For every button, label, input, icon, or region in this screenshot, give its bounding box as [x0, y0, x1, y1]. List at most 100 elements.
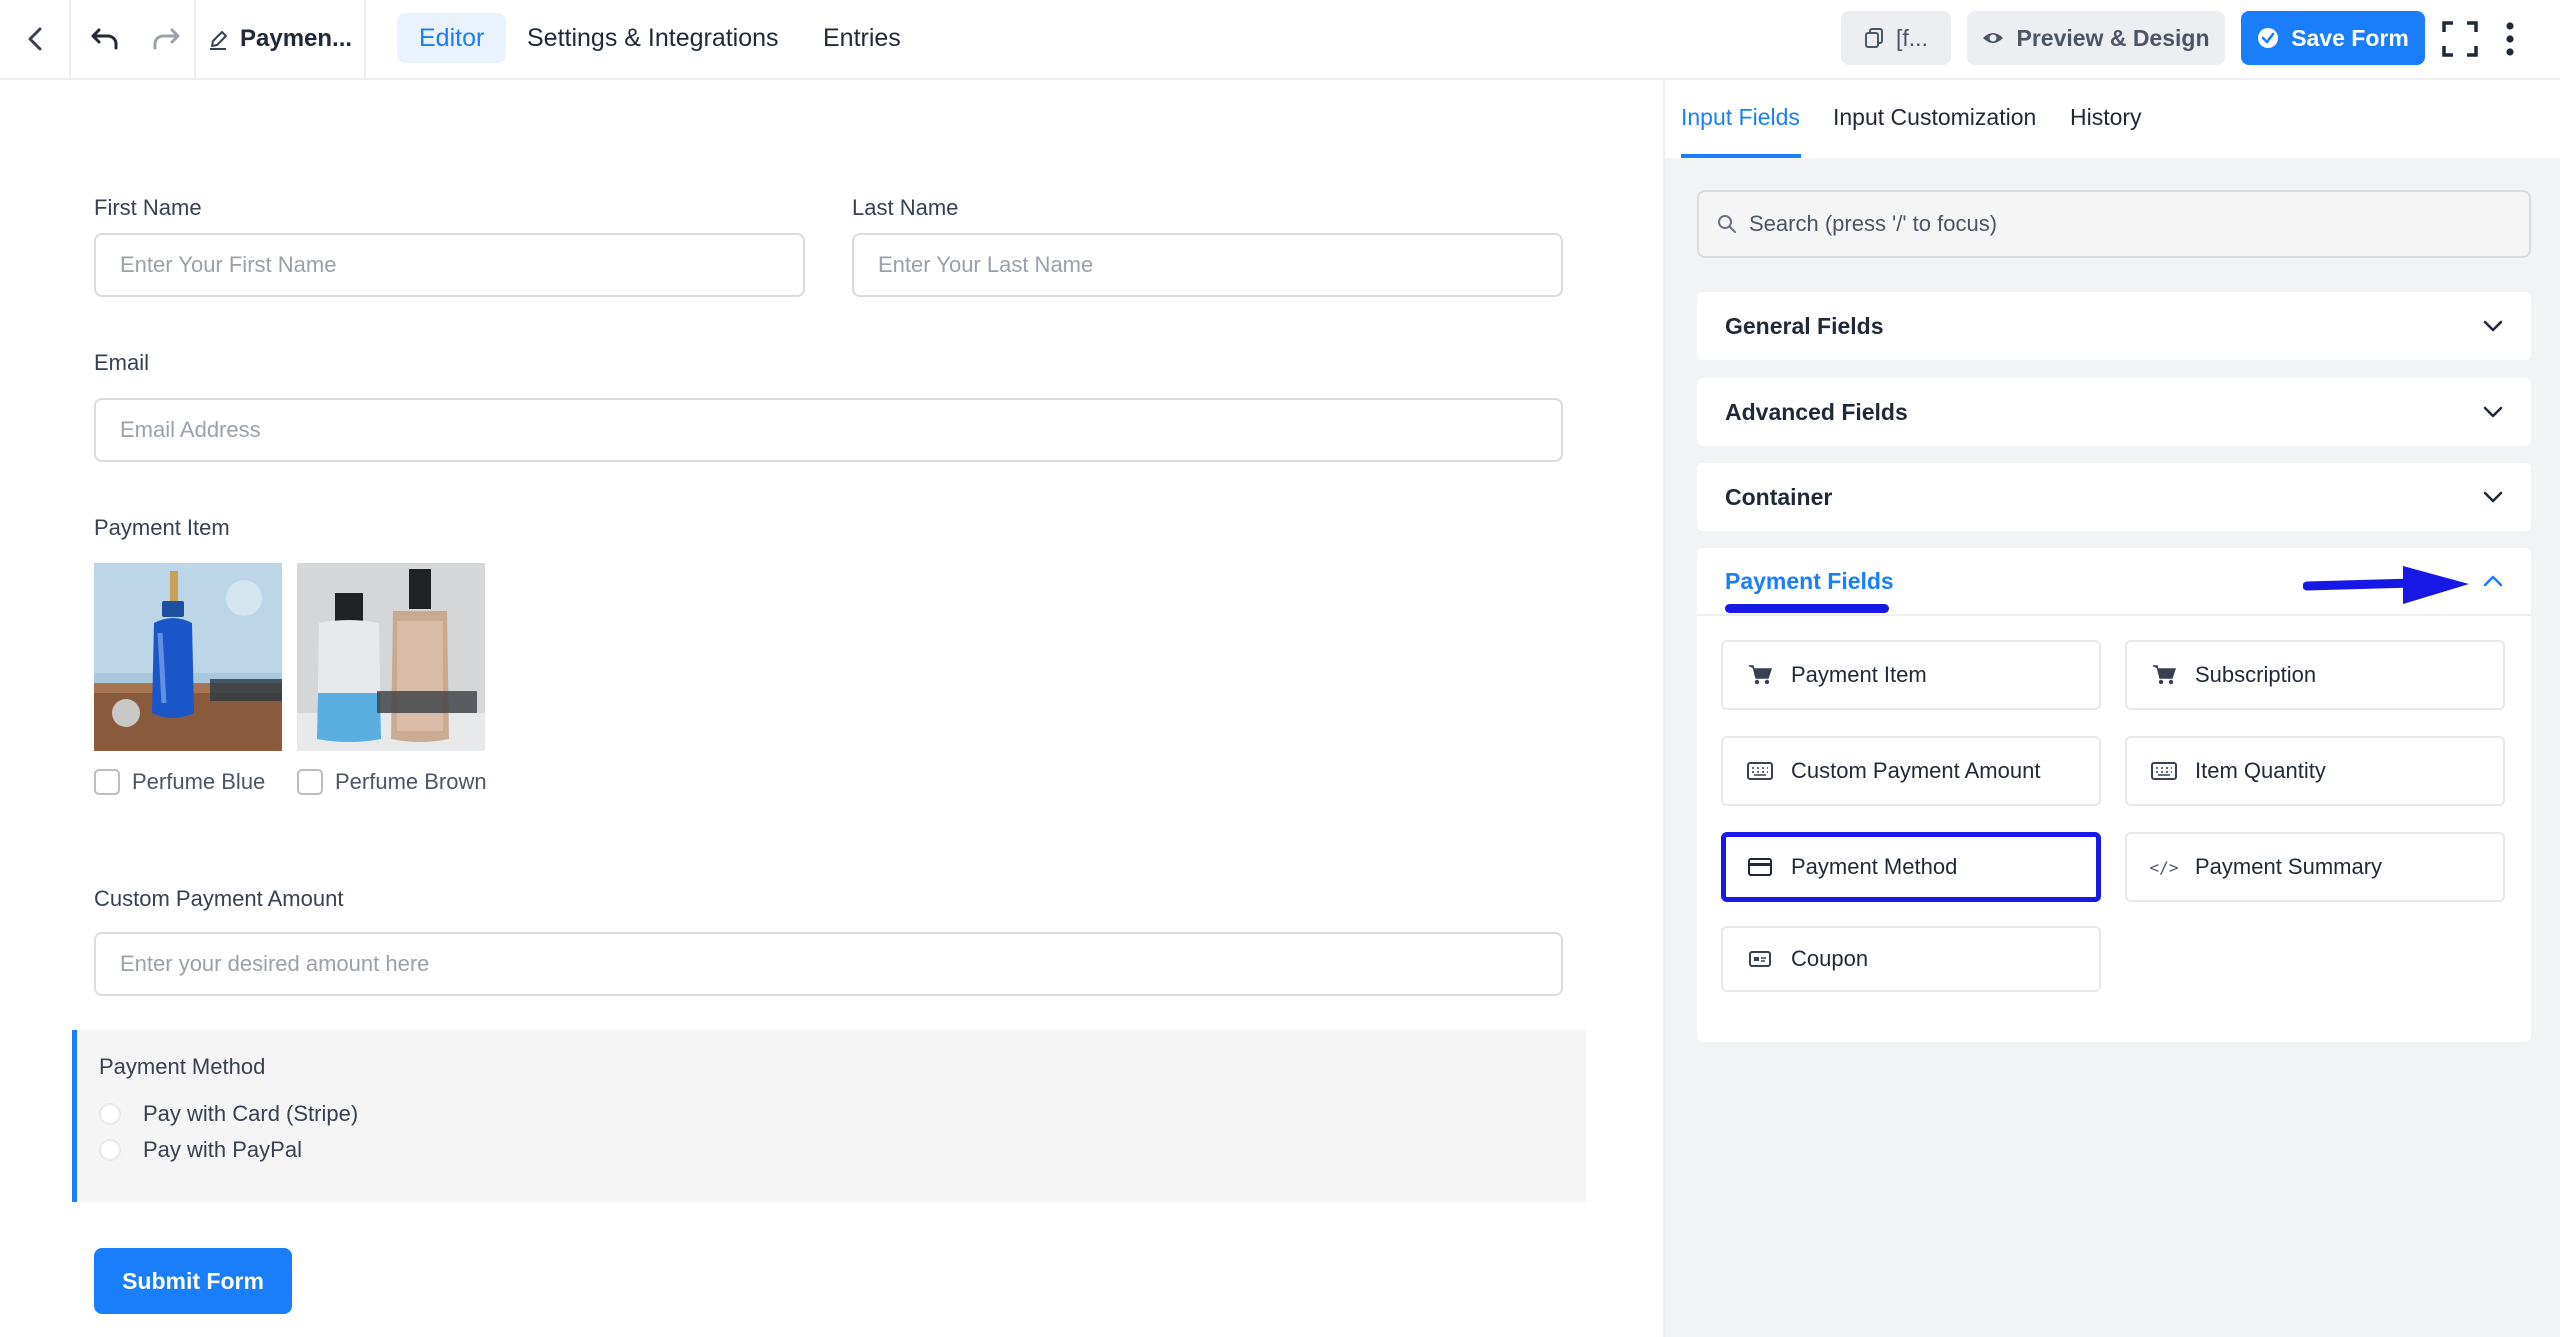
field-coupon[interactable]: Coupon — [1721, 926, 2101, 992]
tab-entries-label: Entries — [823, 23, 901, 52]
shortcode-label: [f... — [1896, 24, 1928, 51]
keyboard-icon — [1747, 762, 1773, 780]
copy-icon — [1865, 28, 1884, 48]
field-search-input[interactable]: Search (press '/' to focus) — [1697, 190, 2531, 258]
shortcode-button[interactable]: [f... — [1841, 11, 1951, 65]
annotation-underline — [1725, 604, 1889, 613]
coupon-icon — [1747, 950, 1773, 968]
redo-button[interactable] — [138, 0, 194, 78]
option-perfume-brown[interactable]: Perfume Brown — [297, 769, 487, 795]
perfume-blue-label: Perfume Blue — [132, 769, 266, 794]
keyboard-icon — [2151, 762, 2177, 780]
item-quantity-field-label: Item Quantity — [2195, 758, 2326, 783]
tab-input-customization[interactable]: Input Customization — [1833, 104, 2036, 131]
undo-icon — [91, 28, 118, 50]
field-payment-item[interactable]: Payment Item — [1721, 640, 2101, 710]
perfume-blue-checkbox[interactable] — [94, 769, 120, 795]
preview-design-button[interactable]: Preview & Design — [1967, 11, 2225, 65]
form-title-text: Paymen... — [240, 25, 353, 52]
form-title[interactable]: Paymen... — [208, 0, 352, 78]
email-label: Email — [94, 350, 150, 375]
panel-tabs: Input Fields Input Customization History — [1665, 80, 2560, 158]
subscription-field-label: Subscription — [2195, 662, 2317, 687]
undo-button[interactable] — [72, 0, 138, 78]
section-advanced-fields[interactable]: Advanced Fields — [1697, 378, 2531, 446]
search-icon — [1718, 215, 1736, 233]
save-form-button[interactable]: Save Form — [2241, 11, 2425, 65]
tab-history[interactable]: History — [2070, 104, 2142, 131]
credit-card-icon — [1747, 858, 1773, 876]
last-name-input[interactable]: Enter Your Last Name — [852, 233, 1563, 297]
payment-method-label: Payment Method — [99, 1054, 266, 1079]
perfume-brown-label: Perfume Brown — [335, 769, 487, 794]
paypal-label: Pay with PayPal — [143, 1137, 302, 1162]
code-icon: </> — [2149, 857, 2179, 877]
option-pay-paypal[interactable]: Pay with PayPal — [99, 1137, 302, 1163]
container-title: Container — [1725, 483, 1833, 510]
fullscreen-button[interactable] — [2440, 0, 2480, 78]
save-label: Save Form — [2291, 24, 2409, 51]
payment-method-block[interactable]: Payment Method Pay with Card (Stripe) Pa… — [72, 1030, 1586, 1202]
payment-method-field-label: Payment Method — [1791, 854, 1958, 879]
field-subscription[interactable]: Subscription — [2125, 640, 2505, 710]
fullscreen-icon — [2442, 21, 2478, 57]
tab-input-fields[interactable]: Input Fields — [1681, 104, 1800, 131]
chevron-down-icon — [2483, 406, 2503, 418]
field-item-quantity[interactable]: Item Quantity — [2125, 736, 2505, 806]
tab-settings-integrations[interactable]: Settings & Integrations — [505, 13, 801, 63]
cart-icon — [1747, 664, 1773, 686]
chevron-left-icon — [28, 27, 42, 51]
fields-panel: Input Fields Input Customization History… — [1663, 80, 2560, 1337]
check-circle-icon — [2258, 28, 2279, 48]
field-payment-summary[interactable]: </> Payment Summary — [2125, 832, 2505, 902]
tab-settings-label: Settings & Integrations — [527, 23, 779, 52]
advanced-fields-title: Advanced Fields — [1725, 398, 1908, 425]
email-input[interactable]: Email Address — [94, 398, 1563, 462]
back-button[interactable] — [0, 0, 70, 78]
cart-icon — [2151, 664, 2177, 686]
custom-payment-amount-field-label: Custom Payment Amount — [1791, 758, 2041, 783]
more-options-button[interactable] — [2496, 0, 2524, 78]
perfume-blue-image[interactable] — [94, 563, 282, 751]
section-container[interactable]: Container — [1697, 463, 2531, 531]
last-name-label: Last Name — [852, 195, 959, 220]
top-bar: Paymen... Editor Settings & Integrations… — [0, 0, 2560, 80]
pencil-icon — [210, 31, 227, 50]
general-fields-title: General Fields — [1725, 312, 1884, 339]
active-tab-indicator — [1681, 154, 1801, 158]
eye-icon — [1983, 33, 2004, 43]
tab-editor[interactable]: Editor — [397, 13, 507, 63]
payment-item-field-label: Payment Item — [1791, 662, 1927, 687]
payment-summary-field-label: Payment Summary — [2195, 854, 2383, 879]
tab-entries[interactable]: Entries — [801, 13, 923, 63]
kebab-menu-icon — [2506, 22, 2514, 56]
chevron-down-icon — [2483, 491, 2503, 503]
stripe-label: Pay with Card (Stripe) — [143, 1101, 359, 1126]
chevron-up-icon — [2483, 575, 2503, 587]
search-placeholder: Search (press '/' to focus) — [1749, 211, 1998, 236]
form-canvas: First Name Enter Your First Name Last Na… — [0, 80, 1663, 1337]
stripe-radio[interactable] — [99, 1103, 121, 1125]
tab-editor-label: Editor — [419, 23, 485, 52]
payment-fields-title: Payment Fields — [1725, 567, 1894, 594]
redo-icon — [153, 28, 180, 50]
option-perfume-blue[interactable]: Perfume Blue — [94, 769, 265, 795]
section-general-fields[interactable]: General Fields — [1697, 292, 2531, 360]
coupon-field-label: Coupon — [1791, 946, 1869, 971]
first-name-label: First Name — [94, 195, 202, 220]
paypal-radio[interactable] — [99, 1139, 121, 1161]
option-pay-stripe[interactable]: Pay with Card (Stripe) — [99, 1101, 358, 1127]
custom-amount-input[interactable]: Enter your desired amount here — [94, 932, 1563, 996]
field-payment-method[interactable]: Payment Method — [1721, 832, 2101, 902]
perfume-brown-checkbox[interactable] — [297, 769, 323, 795]
section-payment-fields: Payment Fields Payment Item Subscription… — [1697, 548, 2531, 1042]
custom-amount-label: Custom Payment Amount — [94, 886, 344, 911]
perfume-brown-image[interactable] — [297, 563, 485, 751]
chevron-down-icon — [2483, 320, 2503, 332]
first-name-input[interactable]: Enter Your First Name — [94, 233, 805, 297]
payment-item-label: Payment Item — [94, 515, 230, 540]
preview-label: Preview & Design — [2016, 24, 2210, 51]
field-custom-payment-amount[interactable]: Custom Payment Amount — [1721, 736, 2101, 806]
annotation-arrow-icon — [2303, 566, 2469, 604]
submit-form-button[interactable]: Submit Form — [94, 1248, 292, 1314]
